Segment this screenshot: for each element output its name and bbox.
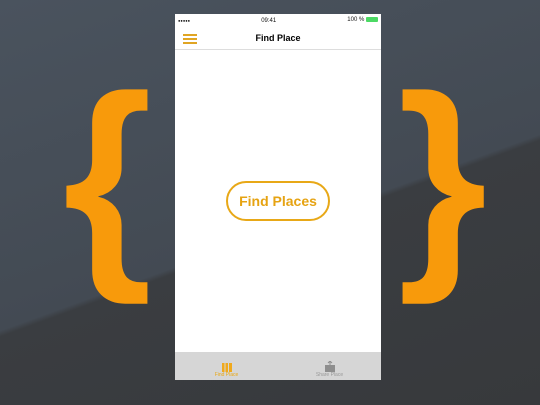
- left-brace-logo: {: [62, 48, 153, 305]
- tab-bar: Find Place Share Place: [175, 352, 381, 380]
- tab-find-place[interactable]: Find Place: [175, 352, 278, 380]
- battery-icon: [365, 17, 378, 23]
- tab-label: Share Place: [315, 372, 344, 378]
- status-time: 09:41: [261, 17, 277, 24]
- tab-share-place[interactable]: Share Place: [278, 352, 381, 380]
- page-title: Find Place: [255, 33, 301, 43]
- right-brace-logo: }: [397, 48, 488, 305]
- signal-icon: ●●●●●: [178, 18, 191, 23]
- battery-group: 100 %: [347, 17, 378, 24]
- battery-text: 100 %: [347, 17, 365, 24]
- find-places-button[interactable]: Find Places: [226, 181, 330, 221]
- share-icon: [324, 361, 335, 372]
- nav-bar: Find Place: [175, 27, 381, 50]
- main-content: Find Places: [175, 50, 381, 352]
- status-bar: ●●●●● 09:41 100 %: [175, 14, 381, 27]
- map-icon: [221, 363, 232, 372]
- menu-icon[interactable]: [183, 34, 197, 46]
- phone-screen: ●●●●● 09:41 100 % Find Place Find Places…: [175, 14, 381, 380]
- tab-label: Find Place: [214, 372, 239, 378]
